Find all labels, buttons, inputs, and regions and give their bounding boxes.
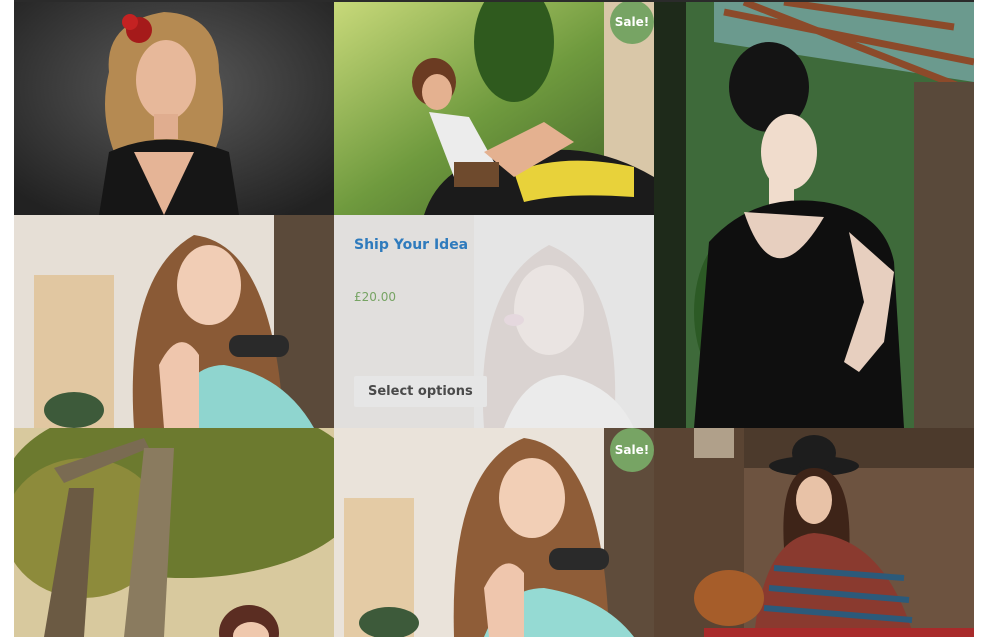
sale-badge: Sale! <box>610 2 654 44</box>
sale-badge: Sale! <box>610 428 654 472</box>
product-card[interactable]: Sale! <box>334 428 654 637</box>
woman-red-flower-portrait-photo[interactable] <box>14 2 334 215</box>
select-options-button[interactable]: Select options <box>354 376 487 407</box>
woman-bohemian-hat-photo[interactable] <box>654 428 974 637</box>
product-card[interactable]: Ship Your Idea £20.00 Select options <box>334 215 654 428</box>
product-card[interactable] <box>14 2 334 215</box>
product-card[interactable] <box>14 428 334 637</box>
product-card[interactable] <box>654 2 974 428</box>
woman-sunglasses-street-photo[interactable] <box>334 428 654 637</box>
product-card[interactable] <box>14 215 334 428</box>
woman-black-lace-dress-photo[interactable] <box>654 2 974 428</box>
product-card[interactable]: Sale! <box>334 2 654 215</box>
woman-sunglasses-street-photo[interactable] <box>14 215 334 428</box>
product-price: £20.00 <box>354 290 396 304</box>
product-title[interactable]: Ship Your Idea <box>354 237 468 253</box>
woman-on-motorcycle-photo[interactable] <box>334 2 654 215</box>
product-card[interactable] <box>654 428 974 637</box>
woman-under-tree-photo[interactable] <box>14 428 334 637</box>
